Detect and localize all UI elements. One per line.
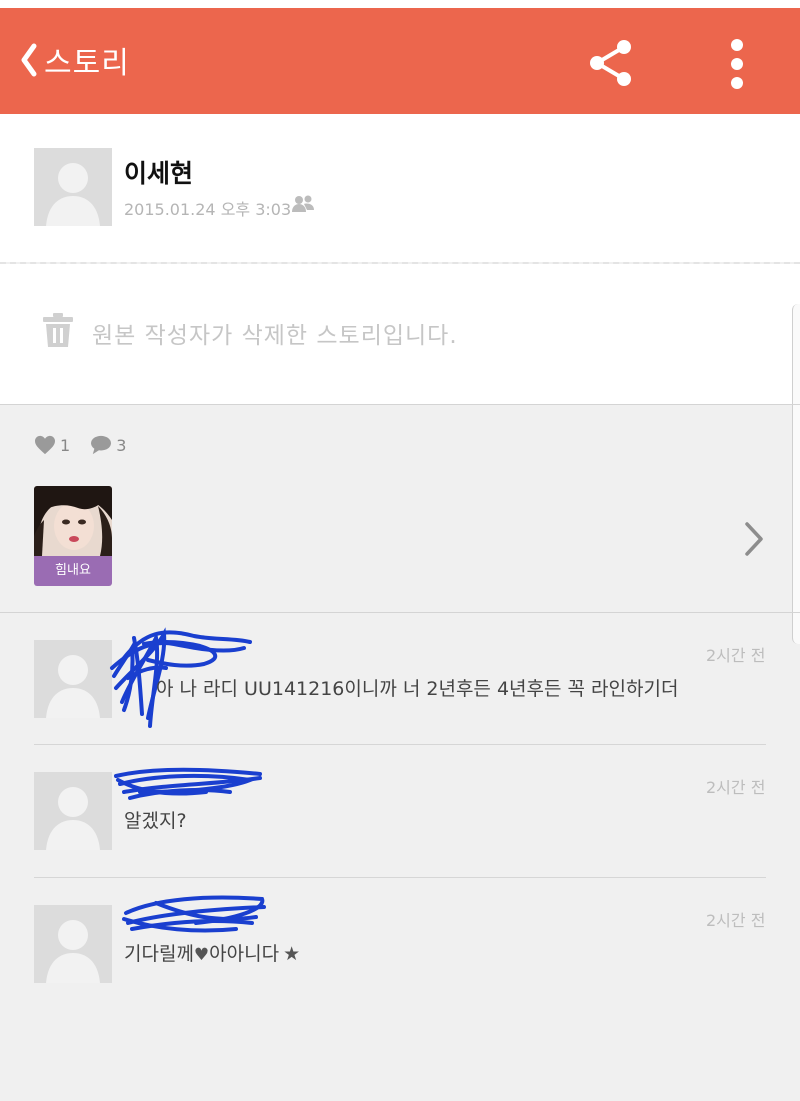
deleted-message: 원본 작성자가 삭제한 스토리입니다. bbox=[92, 323, 458, 349]
more-options-button[interactable] bbox=[722, 38, 752, 94]
chevron-left-icon bbox=[21, 43, 37, 77]
trash-icon bbox=[43, 313, 73, 347]
star-icon: ★ bbox=[283, 943, 301, 965]
comment-time: 2시간 전 bbox=[706, 778, 766, 797]
share-button[interactable] bbox=[586, 38, 636, 88]
comment-text: 알겠지? bbox=[124, 810, 187, 832]
default-profile-icon bbox=[34, 640, 112, 718]
redaction-scribble bbox=[122, 895, 266, 933]
back-label: 스토리 bbox=[44, 46, 130, 81]
author-name[interactable]: 이세현 bbox=[124, 154, 193, 190]
default-profile-icon bbox=[34, 905, 112, 983]
post-date: 2015.01.24 오후 3:03 bbox=[124, 200, 292, 219]
default-profile-icon bbox=[34, 772, 112, 850]
reactor-photo bbox=[34, 486, 112, 556]
more-vertical-icon bbox=[731, 39, 743, 89]
comment-item: 2시간 전 알겠지? bbox=[0, 744, 800, 876]
comment-time: 2시간 전 bbox=[706, 911, 766, 930]
reactor-sticker[interactable]: 힘내요 bbox=[34, 486, 112, 586]
deleted-story-notice: 원본 작성자가 삭제한 스토리입니다. bbox=[0, 264, 800, 644]
commenter-avatar[interactable] bbox=[34, 905, 112, 983]
reactor-row[interactable]: 힘내요 bbox=[0, 470, 800, 610]
post-author-section: 이세현 2015.01.24 오후 3:03 bbox=[0, 114, 800, 262]
heart-icon bbox=[35, 435, 55, 455]
comment-text-part: 기다릴께 bbox=[124, 943, 194, 965]
status-strip bbox=[0, 0, 800, 8]
header-bar: 스토리 bbox=[0, 8, 800, 114]
like-count-group[interactable]: 1 bbox=[34, 435, 70, 455]
comment-count-group[interactable]: 3 bbox=[90, 435, 126, 455]
speech-bubble-icon bbox=[91, 435, 112, 455]
section-divider bbox=[0, 404, 800, 405]
default-profile-icon bbox=[34, 148, 112, 226]
reaction-stats: 1 3 bbox=[34, 432, 126, 458]
comment-text: 아 나 라디 UU141216이니까 너 2년후든 4년후든 꼭 라인하기더 bbox=[156, 678, 679, 700]
author-avatar[interactable] bbox=[34, 148, 112, 226]
commenter-avatar[interactable] bbox=[34, 640, 112, 718]
redaction-scribble bbox=[114, 767, 262, 800]
comment-text-part: 아아니다 bbox=[209, 943, 280, 965]
like-count: 1 bbox=[60, 435, 71, 455]
comment-time: 2시간 전 bbox=[706, 646, 766, 665]
share-icon bbox=[590, 40, 631, 86]
friends-icon bbox=[292, 195, 314, 212]
comment-item: 2시간 전 기다릴께♥아아니다 ★ bbox=[0, 877, 800, 1009]
comment-text: 기다릴께♥아아니다 ★ bbox=[124, 939, 300, 966]
comment-item: 2시간 전 아 나 라디 UU141216이니까 너 2년후든 4년후든 꼭 라… bbox=[0, 612, 800, 744]
commenter-avatar[interactable] bbox=[34, 772, 112, 850]
sticker-label: 힘내요 bbox=[34, 556, 112, 586]
back-button[interactable]: 스토리 bbox=[18, 38, 130, 82]
comment-count: 3 bbox=[116, 435, 127, 455]
heart-icon: ♥ bbox=[193, 945, 210, 965]
chevron-right-icon[interactable] bbox=[742, 520, 766, 558]
